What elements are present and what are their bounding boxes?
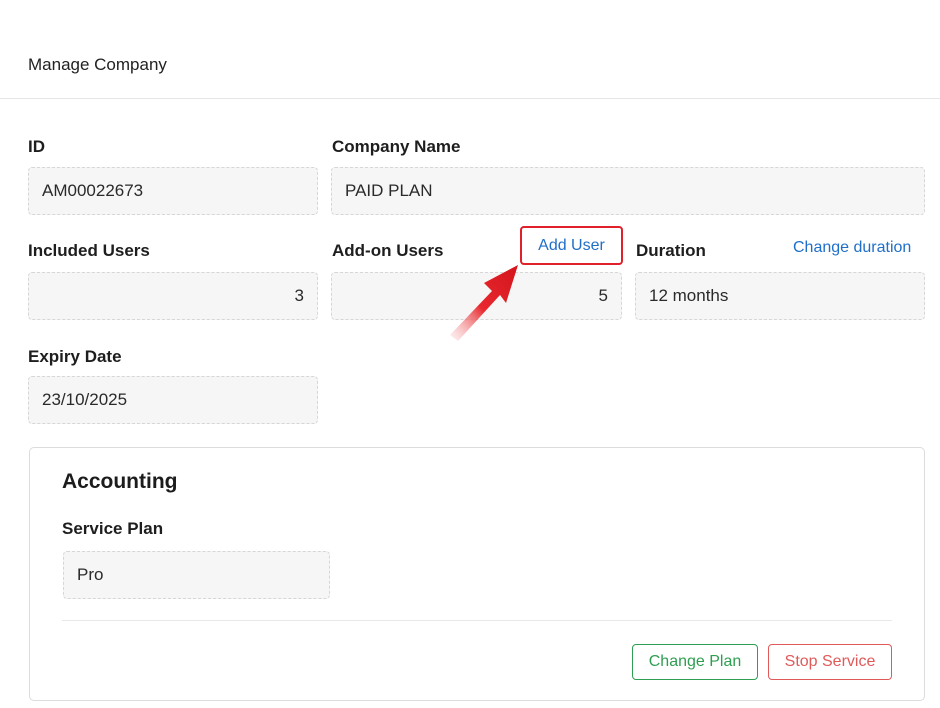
company-name-field: PAID PLAN	[331, 167, 925, 215]
change-duration-link[interactable]: Change duration	[793, 239, 911, 257]
card-divider	[62, 620, 892, 621]
stop-service-button[interactable]: Stop Service	[768, 644, 892, 680]
service-plan-label: Service Plan	[62, 519, 164, 538]
expiry-date-label: Expiry Date	[28, 347, 122, 366]
pointer-arrow-icon	[450, 265, 518, 341]
addon-users-label: Add-on Users	[332, 241, 444, 260]
accounting-title: Accounting	[62, 470, 178, 493]
page-title: Manage Company	[28, 55, 167, 74]
service-plan-field: Pro	[63, 551, 330, 599]
accounting-card: Accounting Service Plan Pro Change Plan …	[29, 447, 925, 701]
page-header: Manage Company	[0, 0, 940, 99]
duration-label: Duration	[636, 241, 706, 260]
expiry-date-field: 23/10/2025	[28, 376, 318, 424]
included-users-label: Included Users	[28, 241, 150, 260]
add-user-highlight: Add User	[520, 226, 623, 265]
add-user-link[interactable]: Add User	[538, 237, 605, 254]
duration-field: 12 months	[635, 272, 925, 320]
id-label: ID	[28, 137, 45, 156]
company-name-label: Company Name	[332, 137, 461, 156]
id-field: AM00022673	[28, 167, 318, 215]
change-plan-button[interactable]: Change Plan	[632, 644, 758, 680]
included-users-field: 3	[28, 272, 318, 320]
